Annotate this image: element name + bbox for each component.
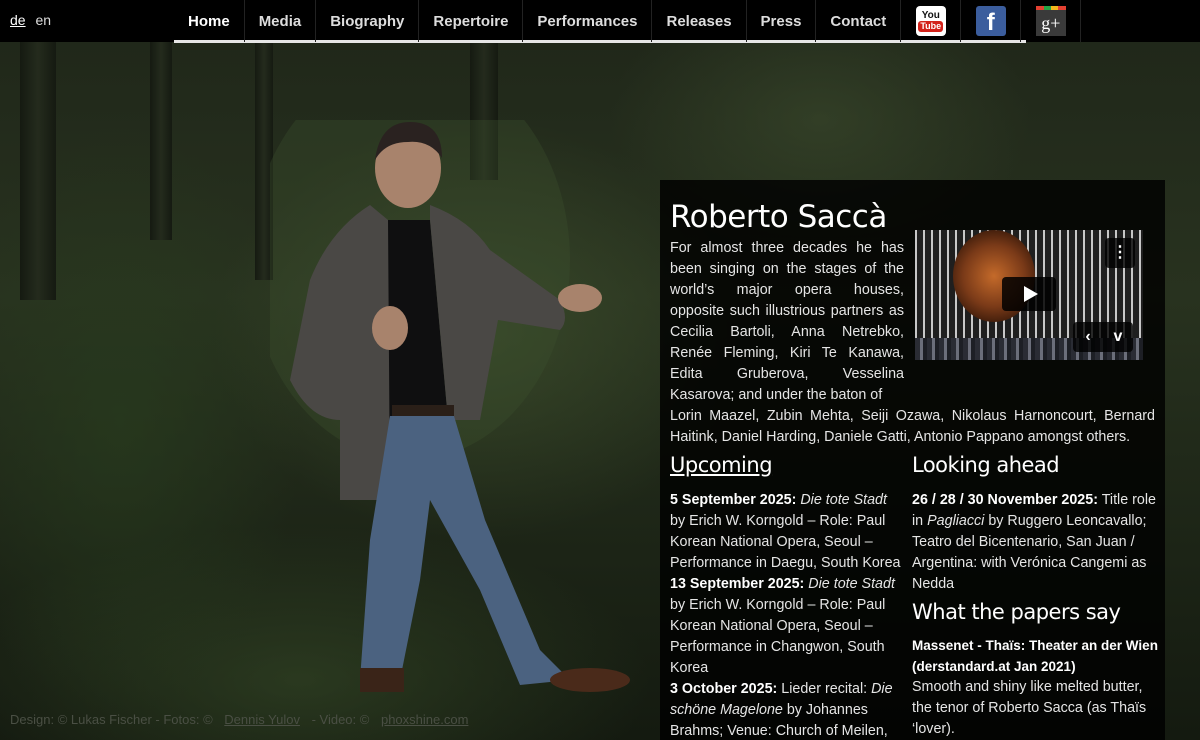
looking-ahead-entry: 26 / 28 / 30 November 2025: Title role i…: [912, 490, 1162, 595]
video-controls: ‹ v: [1073, 322, 1133, 352]
tree-trunk: [20, 40, 56, 300]
event-work: Pagliacci: [927, 513, 985, 529]
upcoming-section: Upcoming 5 September 2025: Die tote Stad…: [670, 450, 906, 740]
more-options-icon[interactable]: ⋮: [1105, 238, 1135, 268]
video-player[interactable]: ⋮ ‹ v: [915, 230, 1143, 360]
press-article-title: Massenet - Thaïs: Theater an der Wien (d…: [912, 638, 1158, 674]
event-details: by Erich W. Korngold – Role: Paul Korean…: [670, 597, 886, 676]
footer-credits: Design: © Lukas Fischer - Fotos: © Denni…: [10, 712, 476, 727]
content-panel: Roberto Saccà ⋮ ‹ v For almost three dec…: [660, 180, 1165, 740]
facebook-icon: f: [975, 6, 1006, 36]
language-en-link[interactable]: en: [35, 12, 51, 28]
language-de-link[interactable]: de: [10, 12, 26, 28]
tree-trunk: [150, 40, 172, 240]
nav-biography[interactable]: Biography: [316, 0, 420, 42]
nav-releases[interactable]: Releases: [652, 0, 747, 42]
nav-home[interactable]: Home: [174, 0, 245, 42]
nav-performances[interactable]: Performances: [523, 0, 653, 42]
video-credit-link[interactable]: phoxshine.com: [381, 712, 468, 727]
youtube-link[interactable]: You Tube: [901, 0, 962, 42]
event-details: by Erich W. Korngold – Role: Paul Korean…: [670, 513, 901, 571]
upcoming-entry: 13 September 2025: Die tote Stadt by Eri…: [670, 574, 906, 679]
video-credit: - Video: ©: [311, 712, 370, 727]
youtube-icon: You Tube: [915, 6, 946, 36]
upcoming-entry: 5 September 2025: Die tote Stadt by Eric…: [670, 490, 906, 574]
event-work: Die tote Stadt: [800, 492, 887, 508]
event-date: 26 / 28 / 30 November 2025:: [912, 492, 1098, 508]
nav-repertoire[interactable]: Repertoire: [419, 0, 524, 42]
event-type: Lieder recital:: [781, 681, 868, 697]
event-date: 5 September 2025:: [670, 492, 797, 508]
event-date: 13 September 2025:: [670, 576, 805, 592]
design-credit: Design: © Lukas Fischer - Fotos: ©: [10, 712, 213, 727]
language-switcher: de en: [10, 12, 57, 28]
event-date: 3 October 2025:: [670, 681, 778, 697]
looking-ahead-section: Looking ahead 26 / 28 / 30 November 2025…: [912, 450, 1162, 740]
google-plus-icon: g+: [1035, 6, 1066, 36]
main-nav: Home Media Biography Repertoire Performa…: [174, 0, 1082, 42]
play-button[interactable]: [1002, 277, 1056, 311]
nav-media[interactable]: Media: [245, 0, 317, 42]
portrait-photo: [270, 120, 630, 692]
bio-continuation: Lorin Maazel, Zubin Mehta, Seiji Ozawa, …: [670, 408, 1155, 445]
upcoming-heading-link[interactable]: Upcoming: [670, 450, 906, 480]
upcoming-entry: 3 October 2025: Lieder recital: Die schö…: [670, 679, 906, 740]
papers-heading: What the papers say: [912, 600, 1121, 624]
nav-press[interactable]: Press: [747, 0, 817, 42]
event-work: Die tote Stadt: [808, 576, 895, 592]
top-navigation-bar: de en Home Media Biography Repertoire Pe…: [0, 0, 1200, 43]
looking-ahead-heading: Looking ahead: [912, 453, 1060, 477]
vimeo-icon[interactable]: v: [1103, 322, 1133, 352]
photographer-link[interactable]: Dennis Yulov: [224, 712, 300, 727]
nav-contact[interactable]: Contact: [816, 0, 902, 42]
press-quote: Smooth and shiny like melted butter, the…: [912, 679, 1147, 737]
facebook-link[interactable]: f: [961, 0, 1022, 42]
previous-icon[interactable]: ‹: [1073, 322, 1103, 352]
bio-paragraph: For almost three decades he has been sin…: [670, 240, 904, 403]
google-plus-link[interactable]: g+: [1021, 0, 1082, 42]
